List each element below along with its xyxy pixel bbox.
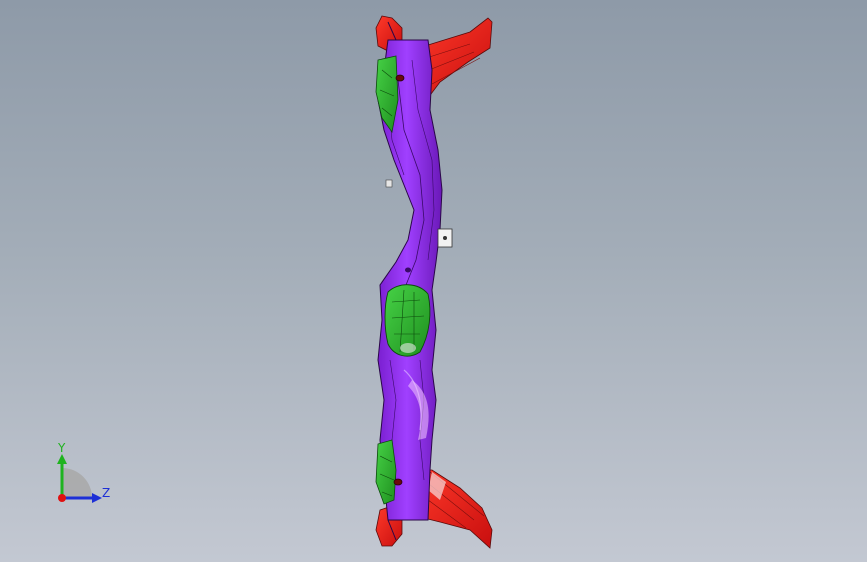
z-axis-label: Z [102, 486, 111, 500]
bottom-bushing-hole[interactable] [393, 478, 403, 486]
white-bracket-tab[interactable] [437, 228, 453, 248]
graphics-viewport[interactable]: Y Z [0, 0, 867, 562]
triad-quadrant [62, 468, 92, 498]
y-axis-label: Y [58, 441, 66, 455]
cad-model-subframe[interactable] [0, 0, 867, 562]
top-bushing-hole[interactable] [395, 74, 405, 82]
coordinate-triad: Y Z [40, 440, 120, 512]
z-axis-arrow [92, 493, 102, 503]
triad-graphic [57, 454, 102, 503]
bottom-inner-panel[interactable] [375, 439, 397, 505]
small-side-tab[interactable] [385, 179, 393, 188]
y-axis-arrow [57, 454, 67, 464]
x-axis-dot [58, 494, 66, 502]
middle-mount-hole[interactable] [405, 267, 411, 273]
